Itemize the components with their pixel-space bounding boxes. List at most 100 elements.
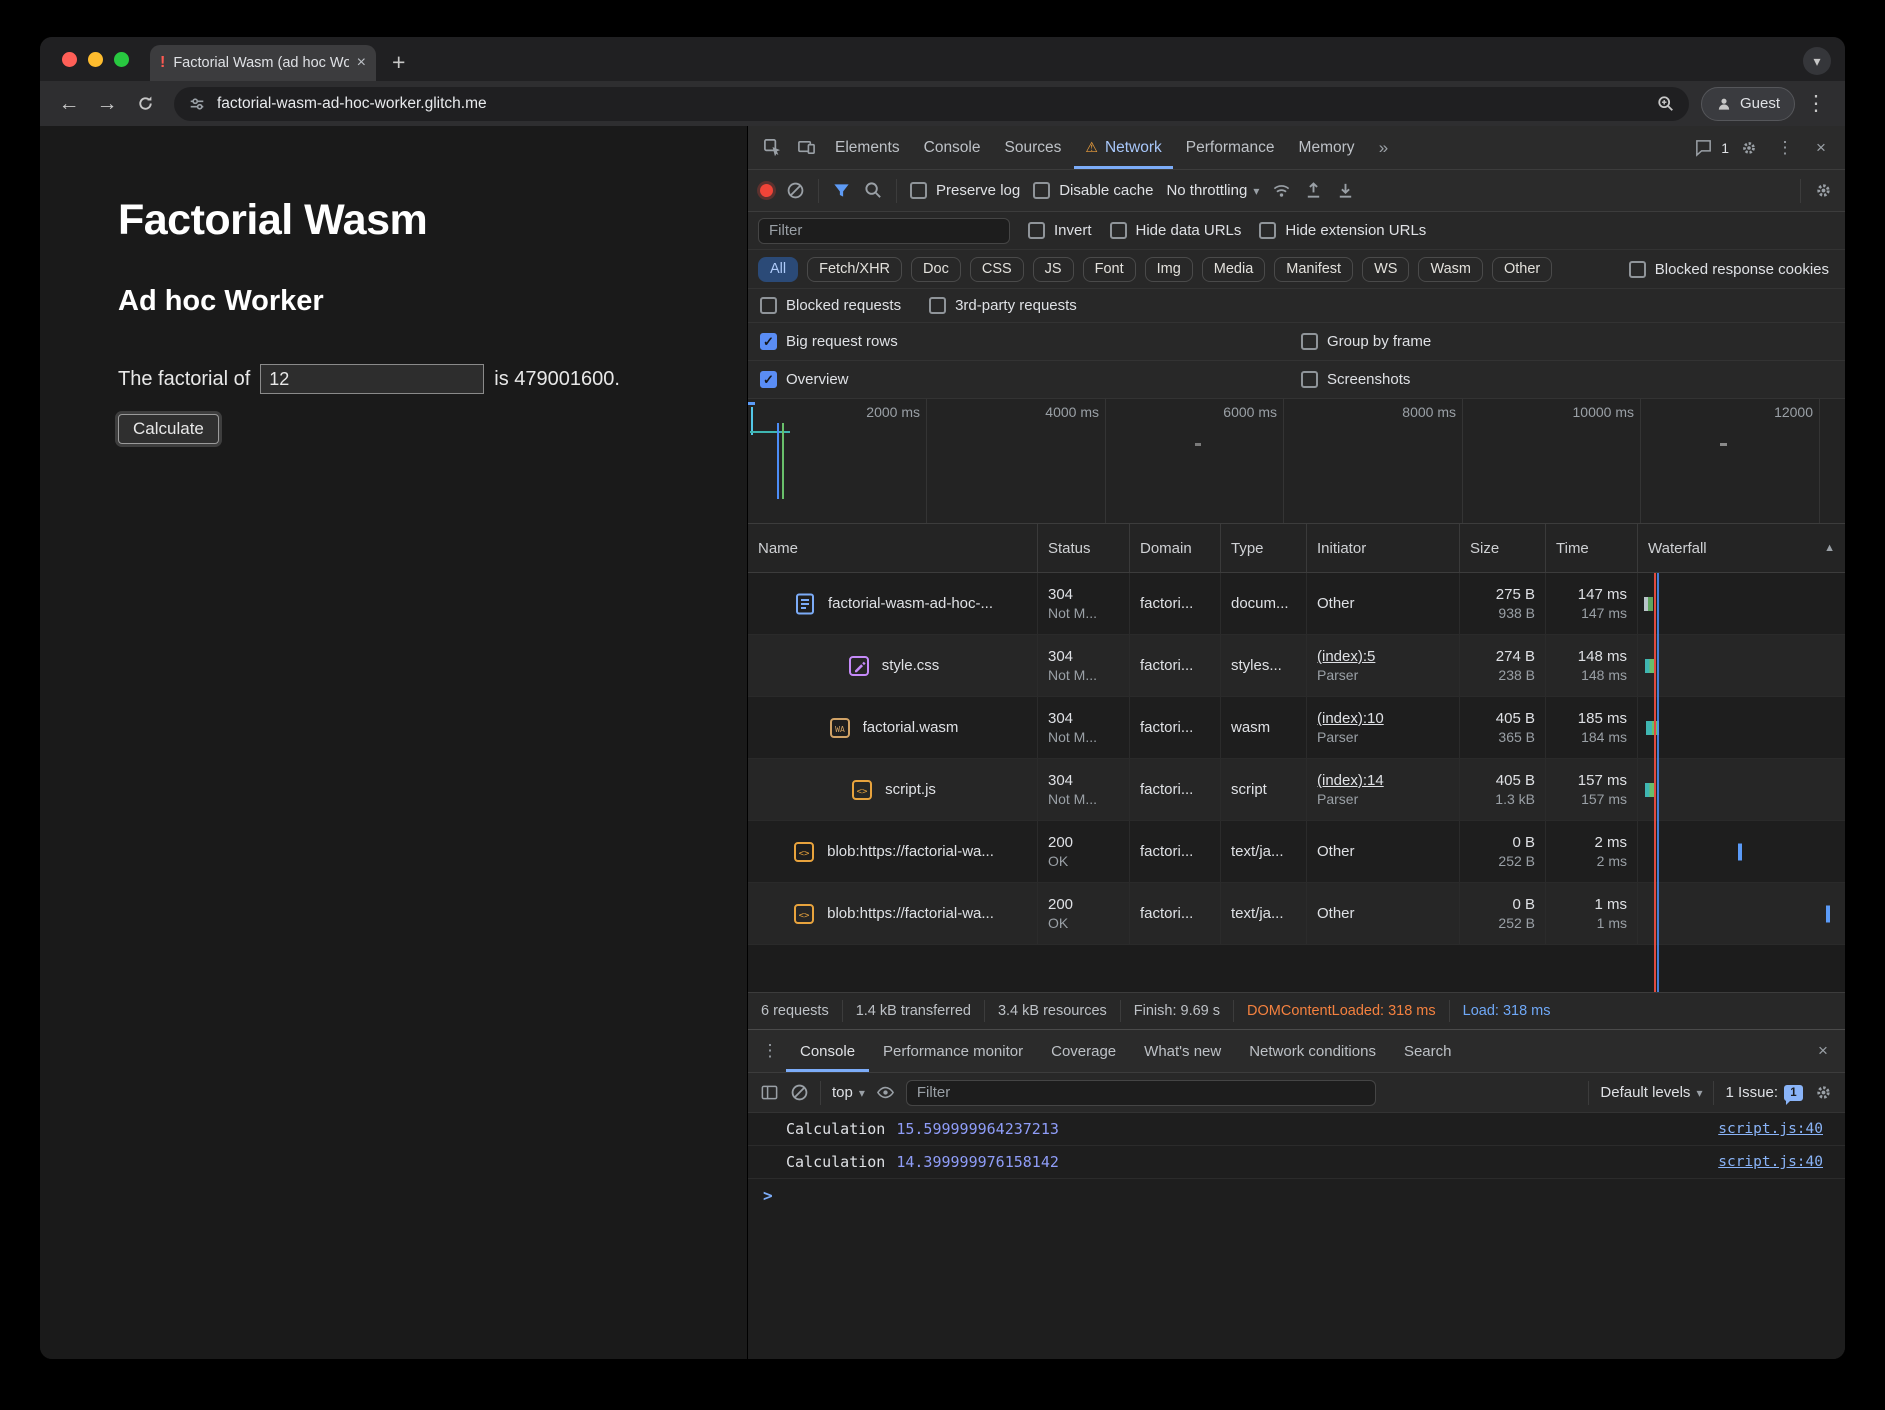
checkbox[interactable] <box>1033 182 1050 199</box>
filter-chip-media[interactable]: Media <box>1202 257 1266 282</box>
devtools-settings-button[interactable] <box>1733 132 1765 164</box>
filter-chip-xhr[interactable]: Fetch/XHR <box>807 257 902 282</box>
drawer-tab-whats-new[interactable]: What's new <box>1130 1030 1235 1072</box>
back-button[interactable]: ← <box>52 87 86 121</box>
close-window-button[interactable] <box>62 52 77 67</box>
column-header-size[interactable]: Size <box>1460 524 1546 572</box>
drawer-tab-network-conditions[interactable]: Network conditions <box>1235 1030 1390 1072</box>
drawer-menu-button[interactable]: ⋮ <box>754 1035 786 1067</box>
calculate-button[interactable]: Calculate <box>118 414 219 444</box>
column-header-name[interactable]: Name <box>748 524 1038 572</box>
table-row[interactable]: style.css 304Not M... factori... styles.… <box>748 635 1845 697</box>
tab-performance[interactable]: Performance <box>1175 126 1286 169</box>
log-levels-dropdown[interactable]: Default levels ▾ <box>1600 1084 1702 1101</box>
filter-chip-all[interactable]: All <box>758 257 798 282</box>
filter-chip-img[interactable]: Img <box>1145 257 1193 282</box>
overview-toggle[interactable]: ✓ Overview <box>760 371 1301 388</box>
column-header-waterfall[interactable]: Waterfall ▲ <box>1638 524 1845 572</box>
tab-memory[interactable]: Memory <box>1288 126 1366 169</box>
browser-tab[interactable]: ! Factorial Wasm (ad hoc Work × <box>150 45 376 81</box>
network-conditions-button[interactable] <box>1272 181 1291 200</box>
network-filter-input[interactable] <box>758 218 1010 244</box>
column-header-status[interactable]: Status <box>1038 524 1130 572</box>
checkbox[interactable] <box>1259 222 1276 239</box>
live-expression-eye-button[interactable] <box>876 1083 895 1102</box>
device-toolbar-button[interactable] <box>790 132 822 164</box>
console-message[interactable]: Calculation 14.399999976158142 script.js… <box>748 1146 1845 1179</box>
tab-console[interactable]: Console <box>913 126 992 169</box>
third-party-requests-toggle[interactable]: 3rd-party requests <box>929 297 1077 314</box>
initiator-link[interactable]: (index):5 <box>1317 648 1449 665</box>
inspect-element-button[interactable] <box>756 132 788 164</box>
console-settings-button[interactable] <box>1814 1083 1833 1102</box>
site-info-icon[interactable] <box>188 95 206 113</box>
column-header-type[interactable]: Type <box>1221 524 1307 572</box>
more-panels-button[interactable]: » <box>1368 132 1400 164</box>
filter-toggle-button[interactable] <box>832 181 851 200</box>
filter-chip-other[interactable]: Other <box>1492 257 1552 282</box>
screenshots-toggle[interactable]: Screenshots <box>1301 371 1410 388</box>
checkbox[interactable] <box>1301 371 1318 388</box>
message-source-link[interactable]: script.js:40 <box>1718 1154 1823 1170</box>
console-prompt[interactable]: > <box>748 1179 1845 1212</box>
checkbox[interactable] <box>910 182 927 199</box>
message-source-link[interactable]: script.js:40 <box>1718 1121 1823 1137</box>
initiator-link[interactable]: (index):14 <box>1317 772 1449 789</box>
column-header-domain[interactable]: Domain <box>1130 524 1221 572</box>
issues-counter[interactable]: 1 Issue: 1 <box>1725 1084 1803 1101</box>
checkbox[interactable] <box>760 297 777 314</box>
filter-chip-js[interactable]: JS <box>1033 257 1074 282</box>
console-sidebar-button[interactable] <box>760 1083 779 1102</box>
console-message[interactable]: Calculation 15.599999964237213 script.js… <box>748 1113 1845 1146</box>
tab-elements[interactable]: Elements <box>824 126 911 169</box>
forward-button[interactable]: → <box>90 87 124 121</box>
address-bar[interactable]: factorial-wasm-ad-hoc-worker.glitch.me <box>174 87 1689 121</box>
big-request-rows-toggle[interactable]: ✓ Big request rows <box>760 333 1301 350</box>
drawer-close-button[interactable]: × <box>1807 1035 1839 1067</box>
table-row[interactable]: <>blob:https://factorial-wa... 200OK fac… <box>748 883 1845 945</box>
export-har-button[interactable] <box>1336 181 1355 200</box>
table-row[interactable]: <>blob:https://factorial-wa... 200OK fac… <box>748 821 1845 883</box>
column-header-time[interactable]: Time <box>1546 524 1638 572</box>
table-row[interactable]: WAfactorial.wasm 304Not M... factori... … <box>748 697 1845 759</box>
import-har-button[interactable] <box>1304 181 1323 200</box>
checkbox[interactable] <box>1028 222 1045 239</box>
filter-chip-font[interactable]: Font <box>1083 257 1136 282</box>
tab-close-icon[interactable]: × <box>357 54 366 72</box>
network-settings-button[interactable] <box>1814 181 1833 200</box>
network-search-button[interactable] <box>864 181 883 200</box>
preserve-log-toggle[interactable]: Preserve log <box>910 182 1020 199</box>
new-tab-button[interactable]: + <box>392 51 405 74</box>
console-messages-button[interactable] <box>1687 132 1719 164</box>
filter-chip-doc[interactable]: Doc <box>911 257 961 282</box>
clear-console-button[interactable] <box>790 1083 809 1102</box>
devtools-menu-button[interactable]: ⋮ <box>1769 132 1801 164</box>
drawer-tab-search[interactable]: Search <box>1390 1030 1466 1072</box>
minimize-window-button[interactable] <box>88 52 103 67</box>
table-row[interactable]: <>script.js 304Not M... factori... scrip… <box>748 759 1845 821</box>
checkbox-checked[interactable]: ✓ <box>760 371 777 388</box>
clear-network-log-button[interactable] <box>786 181 805 200</box>
execution-context-dropdown[interactable]: top ▾ <box>832 1084 865 1101</box>
checkbox-checked[interactable]: ✓ <box>760 333 777 350</box>
browser-menu-button[interactable]: ⋮ <box>1799 87 1833 121</box>
reload-button[interactable] <box>128 87 162 121</box>
tab-search-button[interactable]: ▾ <box>1803 47 1831 75</box>
disable-cache-toggle[interactable]: Disable cache <box>1033 182 1153 199</box>
hide-extension-urls-toggle[interactable]: Hide extension URLs <box>1259 222 1426 239</box>
devtools-close-button[interactable]: × <box>1805 132 1837 164</box>
throttling-dropdown[interactable]: No throttling ▾ <box>1166 182 1259 199</box>
record-button[interactable] <box>760 184 773 197</box>
checkbox[interactable] <box>929 297 946 314</box>
invert-toggle[interactable]: Invert <box>1028 222 1092 239</box>
zoom-icon[interactable] <box>1657 95 1675 113</box>
initiator-link[interactable]: (index):10 <box>1317 710 1449 727</box>
tab-network[interactable]: ⚠ Network <box>1074 126 1172 169</box>
profile-button[interactable]: Guest <box>1701 87 1795 121</box>
checkbox[interactable] <box>1629 261 1646 278</box>
factorial-input[interactable] <box>260 364 484 394</box>
filter-chip-ws[interactable]: WS <box>1362 257 1409 282</box>
filter-chip-manifest[interactable]: Manifest <box>1274 257 1353 282</box>
filter-chip-css[interactable]: CSS <box>970 257 1024 282</box>
blocked-response-cookies-toggle[interactable]: Blocked response cookies <box>1629 261 1835 278</box>
